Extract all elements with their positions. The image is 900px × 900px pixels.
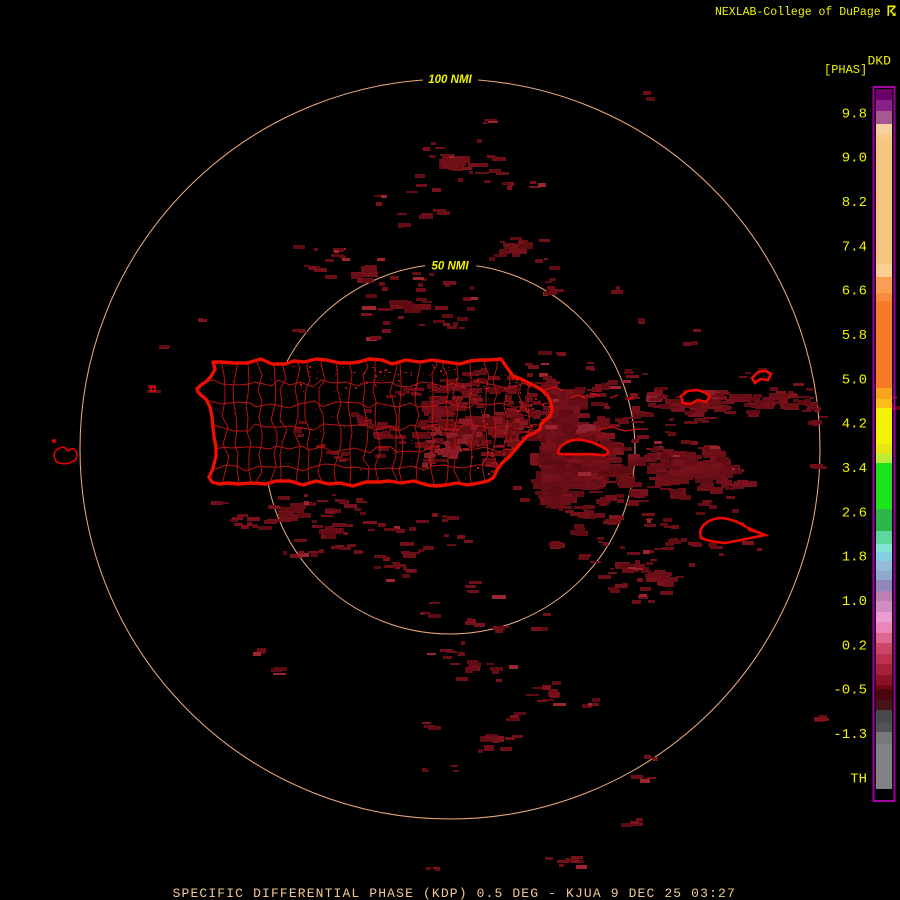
svg-text:1.0: 1.0 bbox=[842, 594, 867, 610]
svg-text:5.8: 5.8 bbox=[842, 328, 867, 344]
svg-text:50 NMI: 50 NMI bbox=[431, 261, 469, 273]
svg-text:4.2: 4.2 bbox=[842, 417, 867, 433]
svg-text:1.8: 1.8 bbox=[842, 550, 867, 566]
svg-text:-0.5: -0.5 bbox=[833, 683, 867, 699]
svg-text:TH: TH bbox=[850, 771, 867, 787]
svg-text:[PHAS]: [PHAS] bbox=[824, 63, 867, 77]
svg-text:100 NMI: 100 NMI bbox=[428, 74, 472, 86]
svg-text:7.4: 7.4 bbox=[842, 239, 867, 255]
svg-text:0.2: 0.2 bbox=[842, 638, 867, 654]
svg-text:SPECIFIC DIFFERENTIAL PHASE (K: SPECIFIC DIFFERENTIAL PHASE (KDP) 0.5 DE… bbox=[173, 886, 736, 900]
svg-text:9.0: 9.0 bbox=[842, 151, 867, 167]
svg-text:8.2: 8.2 bbox=[842, 195, 867, 211]
svg-text:5.0: 5.0 bbox=[842, 372, 867, 388]
svg-text:3.4: 3.4 bbox=[842, 461, 867, 477]
svg-text:6.6: 6.6 bbox=[842, 284, 867, 300]
svg-text:2.6: 2.6 bbox=[842, 505, 867, 521]
svg-text:DKD: DKD bbox=[868, 53, 892, 68]
svg-text:9.8: 9.8 bbox=[842, 106, 867, 122]
svg-text:NEXLAB-College of DuPage: NEXLAB-College of DuPage bbox=[715, 6, 881, 19]
svg-text:-1.3: -1.3 bbox=[833, 727, 867, 743]
